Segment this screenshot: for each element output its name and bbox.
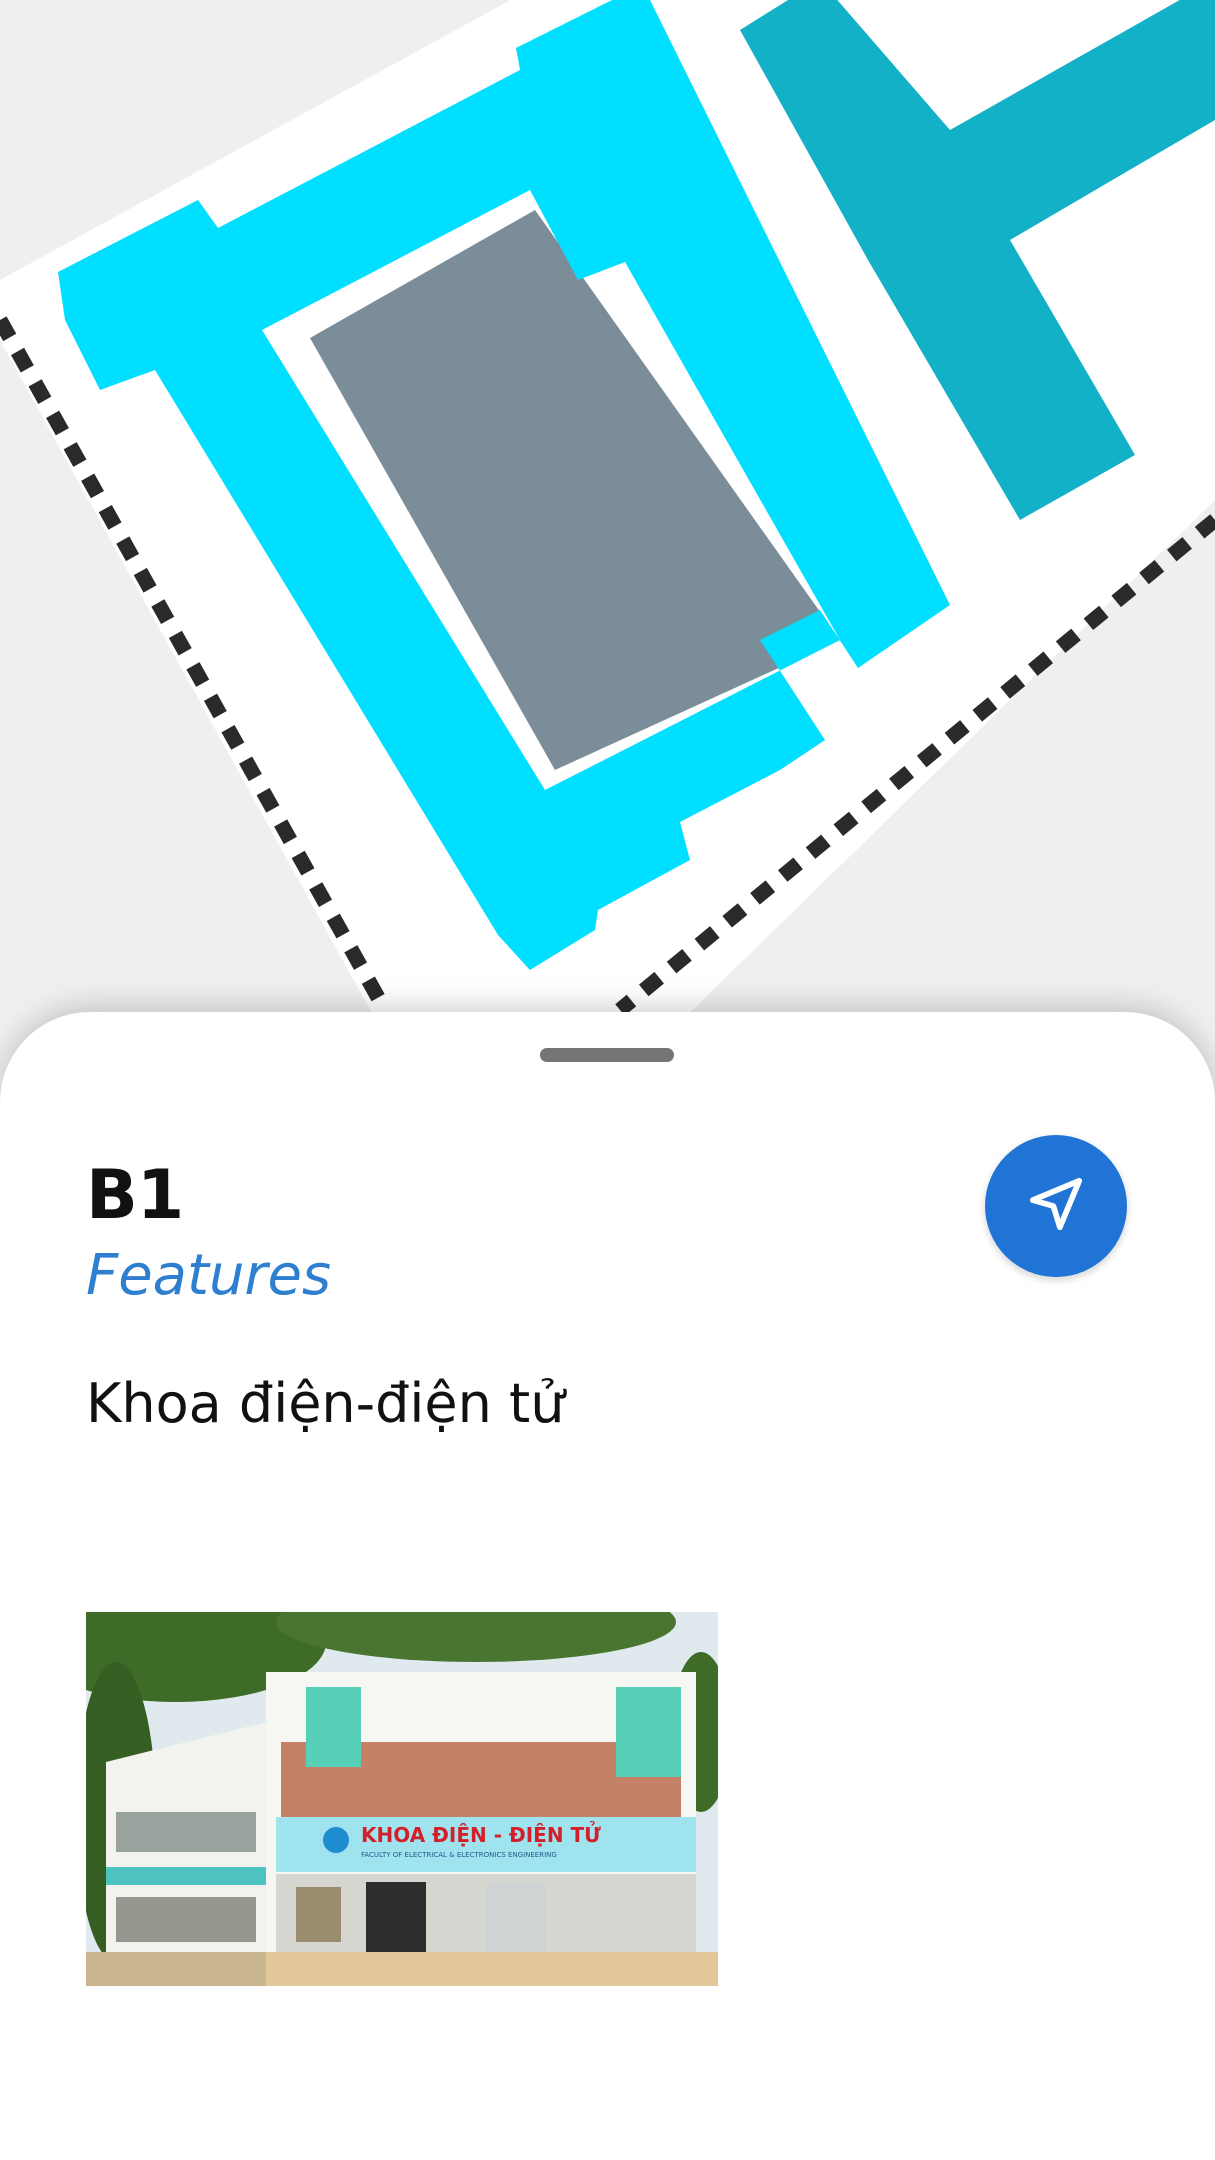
photo-left-wing-window — [116, 1897, 256, 1942]
map-canvas[interactable] — [0, 0, 1215, 1100]
campus-map[interactable] — [0, 0, 1215, 1100]
bottom-sheet[interactable]: B1 Features Khoa điện-điện tử KHOA ĐIỆN … — [0, 1012, 1215, 2160]
drag-handle[interactable] — [540, 1048, 674, 1062]
photo-door — [486, 1882, 546, 1952]
photo-steps — [266, 1952, 718, 1986]
photo-ground — [86, 1952, 266, 1986]
photo-teal-panel — [616, 1687, 681, 1777]
photo-door — [296, 1887, 341, 1942]
photo-sign-sub: FACULTY OF ELECTRICAL & ELECTRONICS ENGI… — [361, 1851, 557, 1859]
photo-left-wing-window — [116, 1812, 256, 1852]
photo-sign-logo — [323, 1827, 349, 1853]
photo-left-wing-stripe — [106, 1867, 266, 1885]
building-category: Features — [86, 1243, 332, 1308]
building-code: B1 — [86, 1156, 184, 1235]
photo-door — [366, 1882, 426, 1952]
photo-teal-panel — [306, 1687, 361, 1767]
building-description: Khoa điện-điện tử — [86, 1372, 565, 1435]
photo-sign-main: KHOA ĐIỆN - ĐIỆN TỬ — [361, 1822, 601, 1847]
navigate-button[interactable] — [985, 1135, 1127, 1277]
building-photo[interactable]: KHOA ĐIỆN - ĐIỆN TỬ FACULTY OF ELECTRICA… — [86, 1612, 718, 1986]
navigation-arrow-icon — [1025, 1173, 1087, 1239]
app-root: B1 Features Khoa điện-điện tử KHOA ĐIỆN … — [0, 0, 1215, 2160]
